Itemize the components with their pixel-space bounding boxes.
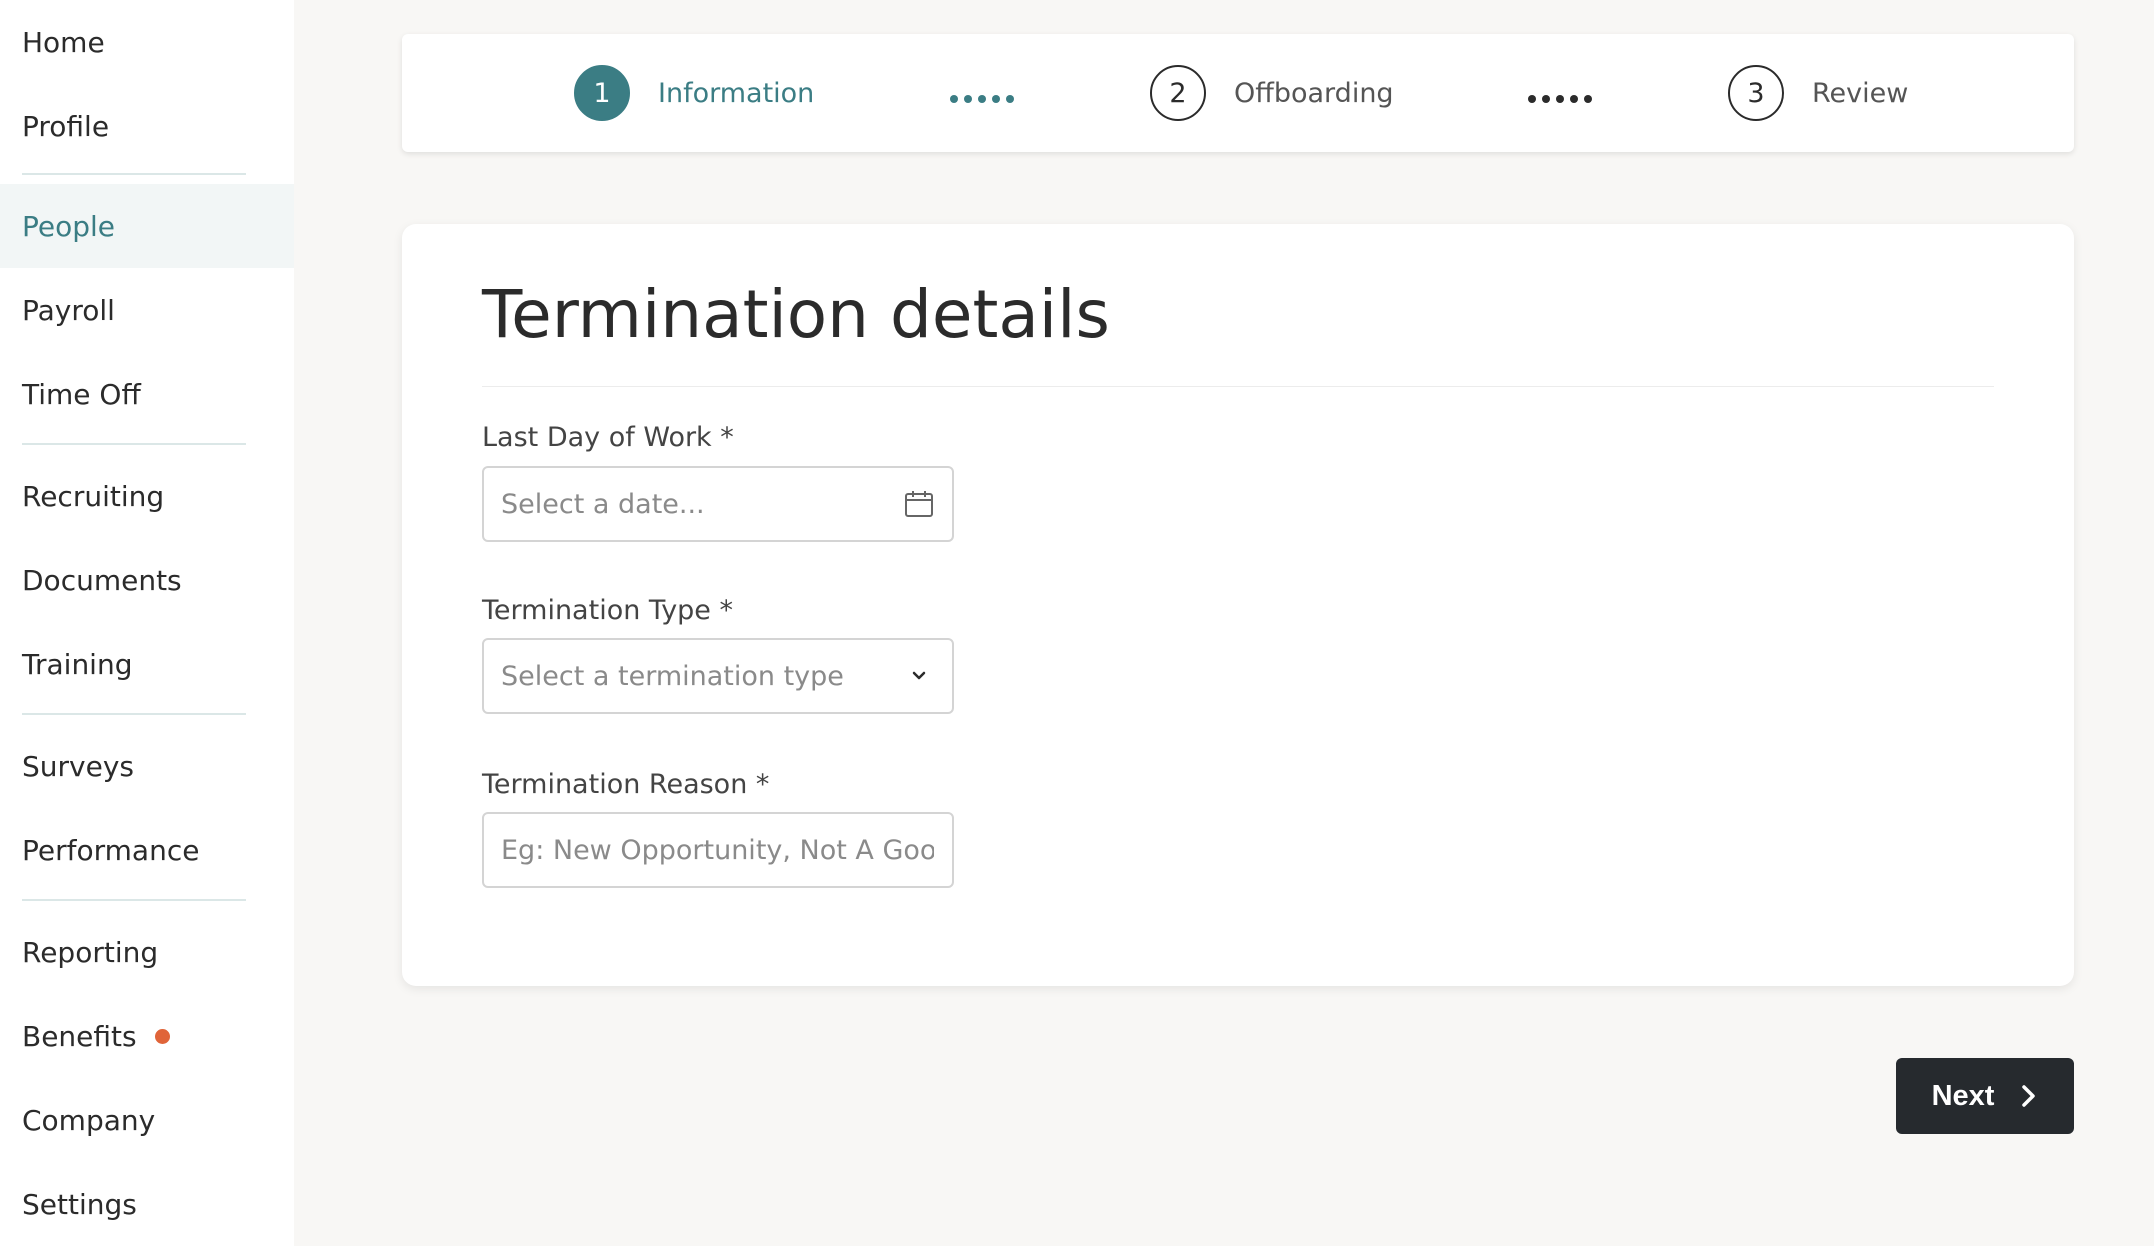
sidebar-item-label: Surveys [22, 749, 134, 783]
sidebar-item-label: Reporting [22, 935, 159, 969]
sidebar-item-benefits[interactable]: Benefits [0, 994, 294, 1078]
step-label: Information [658, 77, 815, 109]
title-divider [482, 386, 1994, 387]
sidebar-item-training[interactable]: Training [0, 622, 294, 706]
sidebar-item-documents[interactable]: Documents [0, 538, 294, 622]
sidebar-item-profile[interactable]: Profile [0, 84, 294, 168]
last-day-label: Last Day of Work * [482, 422, 734, 453]
termination-reason-field[interactable] [482, 812, 954, 888]
chevron-down-icon [912, 671, 926, 680]
sidebar-item-label: Time Off [22, 377, 141, 411]
sidebar-divider [22, 173, 246, 175]
progress-stepper: 1 Information 2 Offboarding 3 Review [402, 34, 2074, 152]
sidebar-divider [22, 899, 246, 901]
step-connector-dots [950, 95, 1020, 103]
last-day-placeholder: Select a date... [501, 488, 705, 520]
chevron-right-icon [2022, 1085, 2036, 1107]
sidebar-item-payroll[interactable]: Payroll [0, 268, 294, 352]
sidebar-item-recruiting[interactable]: Recruiting [0, 454, 294, 538]
step-number: 2 [1150, 65, 1206, 121]
step-number: 1 [574, 65, 630, 121]
next-button-label: Next [1931, 1079, 1995, 1112]
sidebar-item-settings[interactable]: Settings [0, 1162, 294, 1246]
step-number: 3 [1728, 65, 1784, 121]
calendar-icon [905, 491, 933, 517]
sidebar-item-company[interactable]: Company [0, 1078, 294, 1162]
app-root: Home Profile People Payroll Time Off Rec… [0, 0, 2154, 1246]
termination-type-label: Termination Type * [482, 595, 734, 626]
step-label: Offboarding [1234, 77, 1394, 109]
sidebar-item-home[interactable]: Home [0, 0, 294, 84]
sidebar-item-label: Home [22, 25, 105, 59]
sidebar-item-performance[interactable]: Performance [0, 808, 294, 892]
next-button[interactable]: Next [1896, 1058, 2074, 1134]
sidebar-item-label: Settings [22, 1187, 137, 1221]
sidebar-item-people[interactable]: People [0, 184, 294, 268]
sidebar-item-label: Training [22, 647, 133, 681]
sidebar-item-surveys[interactable]: Surveys [0, 724, 294, 808]
sidebar-item-label: Documents [22, 563, 182, 597]
step-information[interactable]: 1 Information [574, 65, 814, 121]
termination-details-card: Termination details Last Day of Work * S… [402, 224, 2074, 986]
sidebar-item-label: People [22, 209, 116, 243]
step-offboarding[interactable]: 2 Offboarding [1150, 65, 1394, 121]
step-connector-dots [1528, 95, 1598, 103]
sidebar-item-label: Performance [22, 833, 200, 867]
sidebar-divider [22, 443, 246, 445]
sidebar-item-label: Company [22, 1103, 156, 1137]
sidebar-item-label: Benefits [22, 1019, 137, 1053]
sidebar-divider [22, 713, 246, 715]
termination-reason-label: Termination Reason * [482, 769, 770, 800]
sidebar-item-label: Payroll [22, 293, 115, 327]
step-label: Review [1812, 77, 1909, 109]
sidebar-item-reporting[interactable]: Reporting [0, 910, 294, 994]
termination-type-select[interactable]: Select a termination type [482, 638, 954, 714]
page-title: Termination details [482, 276, 1110, 353]
sidebar-item-time-off[interactable]: Time Off [0, 352, 294, 436]
last-day-date-picker[interactable]: Select a date... [482, 466, 954, 542]
sidebar-item-label: Profile [22, 109, 110, 143]
sidebar: Home Profile People Payroll Time Off Rec… [0, 0, 294, 1246]
step-review[interactable]: 3 Review [1728, 65, 1908, 121]
termination-type-placeholder: Select a termination type [501, 660, 844, 692]
sidebar-item-label: Recruiting [22, 479, 165, 513]
notification-dot-icon [154, 1028, 170, 1044]
termination-reason-input[interactable] [501, 834, 934, 866]
